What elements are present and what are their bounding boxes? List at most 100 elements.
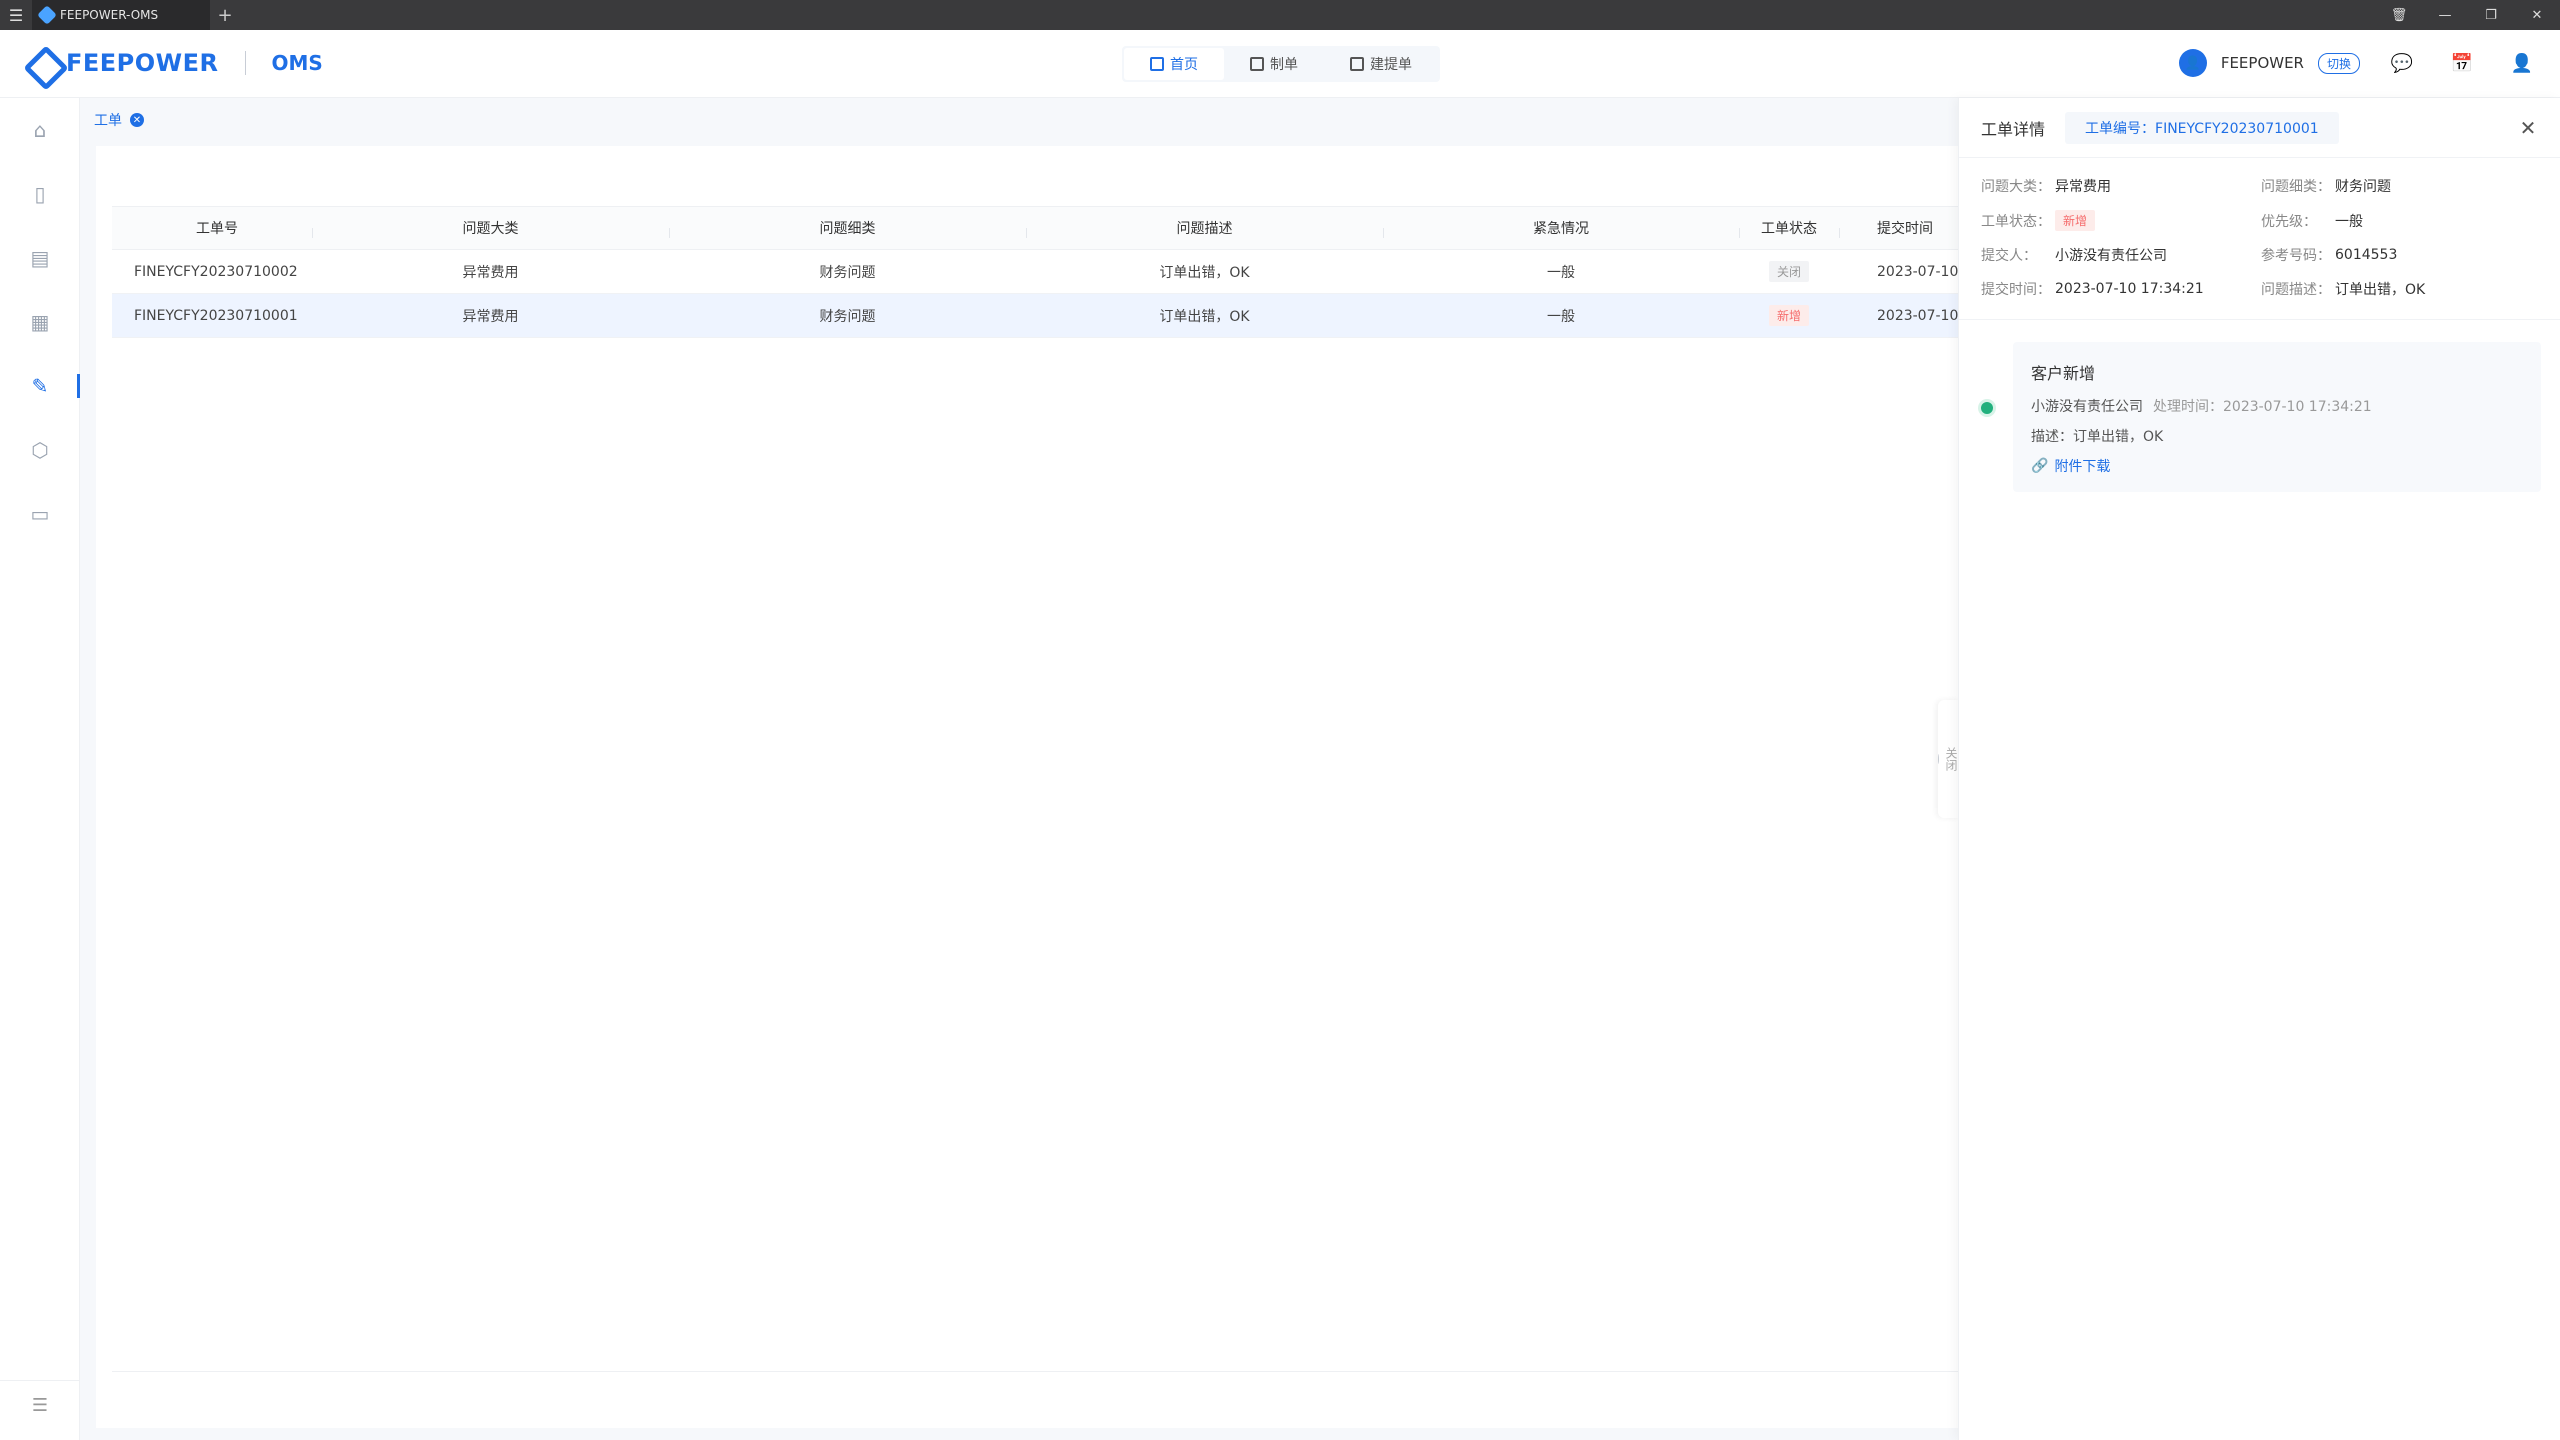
col-category: 问题大类: [312, 218, 669, 238]
nav-home-label: 首页: [1170, 57, 1198, 73]
cell-submit-time: 2023-07-10 1: [1877, 263, 1958, 280]
nav-create-order[interactable]: 制单: [1224, 48, 1324, 80]
cell-ticket-no: FINEYCFY20230710002: [134, 263, 298, 280]
document-icon: [1350, 57, 1364, 71]
attachment-download-label: 附件下载: [2054, 459, 2111, 475]
field-label: 问题描述：: [2261, 282, 2331, 298]
field-label: 问题大类：: [1981, 179, 2051, 195]
menu-icon[interactable]: ☰: [0, 0, 32, 30]
cell-submit-time: 2023-07-10 1: [1877, 307, 1958, 324]
cell-status: 关闭: [1739, 261, 1839, 282]
user-name: FEEPOWER: [2220, 54, 2304, 72]
ticket-table: 工单号 问题大类 问题细类 问题描述 紧急情况 工单状态 提交时间 FINEYC…: [112, 206, 1958, 338]
minimize-button[interactable]: —: [2422, 0, 2468, 30]
cell-description: 订单出错，OK: [1159, 264, 1250, 281]
field-submitter: 提交人： 小游没有责任公司: [1981, 245, 2261, 265]
table-row[interactable]: FINEYCFY20230710001 异常费用 财务问题 订单出错，OK 一般…: [112, 294, 1958, 338]
link-icon: 🔗: [2031, 458, 2049, 474]
drawer-header: 工单详情 工单编号：FINEYCFY20230710001 ✕: [1959, 98, 2560, 158]
timeline-dot-icon: [1981, 402, 1993, 414]
ticket-list-card: 工单号 问题大类 问题细类 问题描述 紧急情况 工单状态 提交时间 FINEYC…: [96, 146, 1958, 1428]
field-subcategory: 问题细类： 财务问题: [2261, 176, 2541, 196]
user-avatar-icon[interactable]: 👤: [2178, 49, 2207, 77]
col-submit-time: 提交时间: [1839, 218, 1958, 238]
top-navigation: 首页 制单 建提单: [1122, 46, 1440, 82]
profile-icon[interactable]: 👤: [2504, 48, 2540, 78]
calendar-icon[interactable]: 📅: [2444, 48, 2480, 78]
field-value: 2023-07-10 17:34:21: [2055, 281, 2204, 297]
sidebar-item-monitor[interactable]: ▭: [0, 482, 80, 546]
field-label: 问题细类：: [2261, 179, 2331, 195]
field-label: 提交人：: [1981, 248, 2037, 264]
switch-account-button[interactable]: 切换: [2317, 52, 2360, 74]
logo-text: FEEPOWER: [66, 49, 219, 77]
new-tab-button[interactable]: +: [210, 5, 240, 26]
close-window-button[interactable]: ✕: [2514, 0, 2560, 30]
nav-create-order-label: 制单: [1270, 57, 1298, 73]
ticket-number-tab[interactable]: 工单编号：FINEYCFY20230710001: [2065, 111, 2339, 144]
sidebar: ⌂ ▯ ▤ ▦ ✎ ⬡ ▭ ☰: [0, 98, 80, 1440]
ticket-info: 问题大类： 异常费用 问题细类： 财务问题 工单状态： 新增 优先级： 一般 提交人： 小…: [1959, 158, 2560, 320]
nav-home[interactable]: 首页: [1124, 48, 1224, 80]
field-reference: 参考号码： 6014553: [2261, 245, 2541, 265]
close-drawer-handle[interactable]: 关闭: [1938, 700, 1960, 818]
timeline-title: 客户新增: [2031, 364, 2096, 383]
sidebar-item-bills[interactable]: ▦: [0, 290, 80, 354]
status-badge: 新增: [2055, 210, 2096, 231]
nav-create-bill[interactable]: 建提单: [1324, 48, 1438, 80]
col-subcategory: 问题细类: [669, 218, 1026, 238]
close-tab-icon[interactable]: ✕: [130, 113, 144, 127]
field-description: 问题描述： 订单出错，OK: [2261, 279, 2541, 299]
sidebar-item-home[interactable]: ⌂: [0, 98, 80, 162]
timeline-handled-time: 处理时间：2023-07-10 17:34:21: [2153, 399, 2372, 415]
field-value: 6014553: [2335, 247, 2398, 263]
field-label: 优先级：: [2261, 213, 2317, 230]
field-value: 异常费用: [2055, 179, 2111, 195]
sidebar-item-settings[interactable]: ⬡: [0, 418, 80, 482]
field-value: 小游没有责任公司: [2055, 248, 2167, 264]
field-label: 提交时间：: [1981, 282, 2051, 298]
sidebar-item-tickets[interactable]: ✎: [0, 354, 80, 418]
trash-icon[interactable]: 🗑: [2376, 0, 2422, 30]
tab-title: FEEPOWER-OMS: [60, 8, 159, 22]
field-status: 工单状态： 新增: [1981, 210, 2261, 231]
cell-ticket-no: FINEYCFY20230710001: [134, 307, 298, 324]
grid-icon: [1150, 57, 1164, 71]
logo-divider: [244, 51, 246, 75]
ticket-timeline: 客户新增 小游没有责任公司 处理时间：2023-07-10 17:34:21 描述…: [1981, 342, 2541, 492]
browser-tab[interactable]: FEEPOWER-OMS: [32, 0, 210, 30]
field-priority: 优先级： 一般: [2261, 210, 2541, 231]
attachment-download-link[interactable]: 🔗 附件下载: [2031, 456, 2523, 476]
cell-category: 异常费用: [462, 264, 519, 281]
status-badge: 关闭: [1768, 261, 1809, 282]
cell-subcategory: 财务问题: [819, 264, 876, 281]
app-favicon-icon: [37, 5, 57, 25]
cell-description: 订单出错，OK: [1159, 308, 1250, 325]
cell-subcategory: 财务问题: [819, 308, 876, 325]
app-header: FEEPOWER OMS 首页 制单 建提单 👤 FEEPOWER 切换 💬 📅…: [0, 30, 2560, 98]
brand-logo[interactable]: FEEPOWER OMS: [24, 46, 323, 80]
main-content: 工单 ✕ 工单号 问题大类 问题细类 问题描述 紧急情况 工单状态 提交时间 F…: [80, 98, 1958, 1440]
sidebar-item-documents[interactable]: ▯: [0, 162, 80, 226]
field-value: 财务问题: [2335, 179, 2391, 195]
cell-urgency: 一般: [1547, 264, 1575, 281]
cell-urgency: 一般: [1547, 308, 1575, 325]
status-badge: 新增: [1768, 305, 1809, 326]
handle-dot-icon: [1938, 754, 1939, 764]
timeline-item: 客户新增 小游没有责任公司 处理时间：2023-07-10 17:34:21 描述…: [2013, 342, 2541, 492]
restore-button[interactable]: ❐: [2468, 0, 2514, 30]
close-icon[interactable]: ✕: [2514, 114, 2542, 142]
user-icon: [1250, 57, 1264, 71]
drawer-title: 工单详情: [1981, 119, 2046, 139]
timeline-company: 小游没有责任公司: [2031, 399, 2143, 415]
nav-create-bill-label: 建提单: [1370, 57, 1412, 73]
collapse-sidebar-icon[interactable]: ☰: [0, 1380, 80, 1430]
field-value: 订单出错，OK: [2335, 282, 2426, 298]
message-icon[interactable]: 💬: [2384, 48, 2420, 78]
col-ticket-no[interactable]: 工单号: [112, 218, 312, 238]
tab-tickets[interactable]: 工单: [94, 110, 122, 130]
field-value: 一般: [2335, 213, 2363, 230]
window-titlebar: ☰ FEEPOWER-OMS + 🗑 — ❐ ✕: [0, 0, 2560, 30]
sidebar-item-orders[interactable]: ▤: [0, 226, 80, 290]
table-row[interactable]: FINEYCFY20230710002 异常费用 财务问题 订单出错，OK 一般…: [112, 250, 1958, 294]
